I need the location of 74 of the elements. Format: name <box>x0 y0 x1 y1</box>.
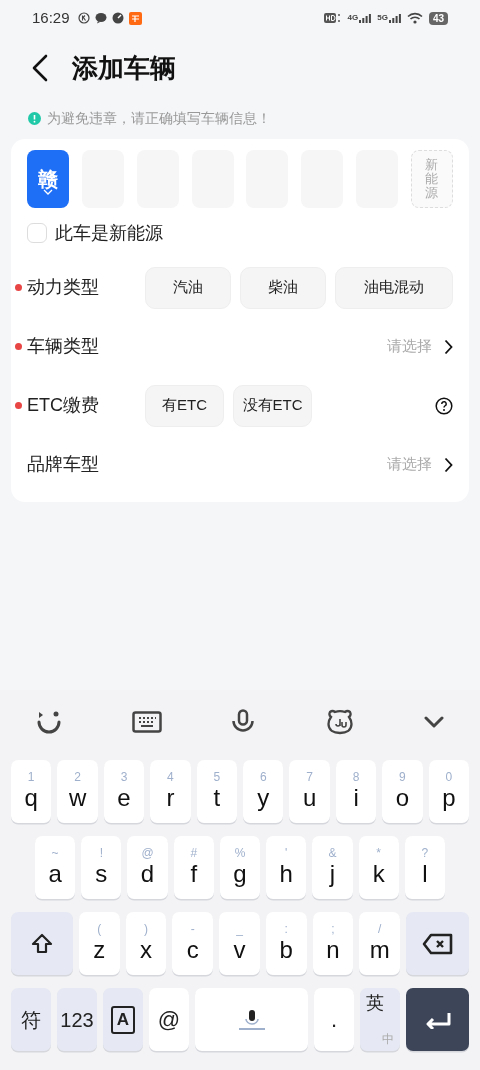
help-icon[interactable] <box>435 396 453 415</box>
letter-key[interactable]: : b <box>265 912 307 975</box>
chevron-down-icon <box>43 189 53 195</box>
letter-key[interactable]: # f <box>173 836 214 899</box>
letter-key[interactable]: 0 p <box>428 760 470 823</box>
battery-indicator: 43 <box>428 11 448 25</box>
backspace-key[interactable] <box>406 912 470 975</box>
letter-key[interactable]: 4 r <box>150 760 191 823</box>
field-label: 动力类型 <box>27 276 100 299</box>
chevron-right-icon <box>444 338 453 355</box>
page-title: 添加车辆 <box>72 51 176 85</box>
letter-key[interactable]: 2 w <box>57 760 98 823</box>
letter-key[interactable]: ) x <box>125 912 167 975</box>
status-time: 16:29 <box>32 7 70 28</box>
letter-key[interactable]: 9 o <box>382 760 423 823</box>
signal-bars-icon <box>388 13 401 23</box>
symbol-key[interactable]: . <box>314 988 354 1051</box>
letter-key[interactable]: 3 e <box>103 760 145 823</box>
letter-key[interactable]: 8 i <box>335 760 377 823</box>
letter-key[interactable]: 1 q <box>11 760 52 823</box>
checkbox-label: 此车是新能源 <box>55 221 163 245</box>
function-key[interactable]: 符 <box>11 988 51 1051</box>
field-label: 品牌车型 <box>27 453 100 476</box>
letter-key[interactable]: ; n <box>312 912 354 975</box>
enter-key[interactable] <box>406 988 469 1051</box>
collapse-keyboard-icon[interactable] <box>424 716 444 728</box>
notice-text: 为避免违章，请正确填写车辆信息！ <box>47 108 271 128</box>
gauge-icon <box>111 12 124 24</box>
letter-key[interactable]: / m <box>359 912 401 975</box>
info-icon <box>28 111 41 125</box>
network-type-label: 4G <box>347 13 359 22</box>
symbol-key[interactable]: @ <box>149 988 189 1051</box>
letter-key[interactable]: ~ a <box>35 836 76 899</box>
shift-arrow-icon <box>30 931 54 956</box>
caps-key[interactable]: A <box>103 988 143 1051</box>
letter-key[interactable]: & j <box>312 836 353 899</box>
letter-key[interactable]: % g <box>219 836 261 899</box>
option-button[interactable]: 柴油 <box>240 266 326 309</box>
function-key[interactable]: 123 <box>57 988 97 1051</box>
hd-icon <box>323 12 342 24</box>
province-slot[interactable]: 赣 <box>27 150 69 208</box>
letter-key[interactable]: ' h <box>266 836 307 899</box>
shift-key[interactable] <box>11 912 73 975</box>
wifi-icon <box>406 12 423 24</box>
letter-key[interactable]: ? l <box>404 836 445 899</box>
letter-key[interactable]: _ v <box>219 912 260 975</box>
network-type-label: 5G <box>377 13 388 22</box>
letter-key[interactable]: ( z <box>79 912 120 975</box>
field-label: ETC缴费 <box>27 394 100 417</box>
k-circle-icon <box>77 12 90 24</box>
letter-key[interactable]: * k <box>358 836 399 899</box>
option-button[interactable]: 没有ETC <box>233 384 312 427</box>
backspace-icon <box>421 932 454 955</box>
letter-key[interactable]: ! s <box>81 836 122 899</box>
letter-key[interactable]: 6 y <box>243 760 284 823</box>
microphone-icon[interactable] <box>231 709 255 735</box>
back-icon[interactable] <box>30 54 50 82</box>
shop-app-icon <box>128 11 142 25</box>
checkbox[interactable] <box>27 223 47 243</box>
language-key[interactable]: 英 中 <box>360 988 400 1051</box>
chevron-right-icon <box>444 456 453 473</box>
keyboard-icon[interactable] <box>131 711 162 733</box>
signal-bars-icon <box>359 13 372 23</box>
letter-key[interactable]: @ d <box>127 836 168 899</box>
letter-key[interactable]: 5 t <box>196 760 238 823</box>
field-label: 车辆类型 <box>27 335 100 358</box>
letter-key[interactable]: 7 u <box>289 760 330 823</box>
bear-face-icon[interactable] <box>324 709 355 735</box>
option-button[interactable]: 有ETC <box>145 384 224 427</box>
letter-key[interactable]: - c <box>172 912 214 975</box>
option-button[interactable]: 汽油 <box>145 266 231 309</box>
chat-bubble-icon <box>94 12 107 24</box>
option-button[interactable]: 油电混动 <box>335 266 453 309</box>
emoji-icon[interactable] <box>36 710 62 734</box>
